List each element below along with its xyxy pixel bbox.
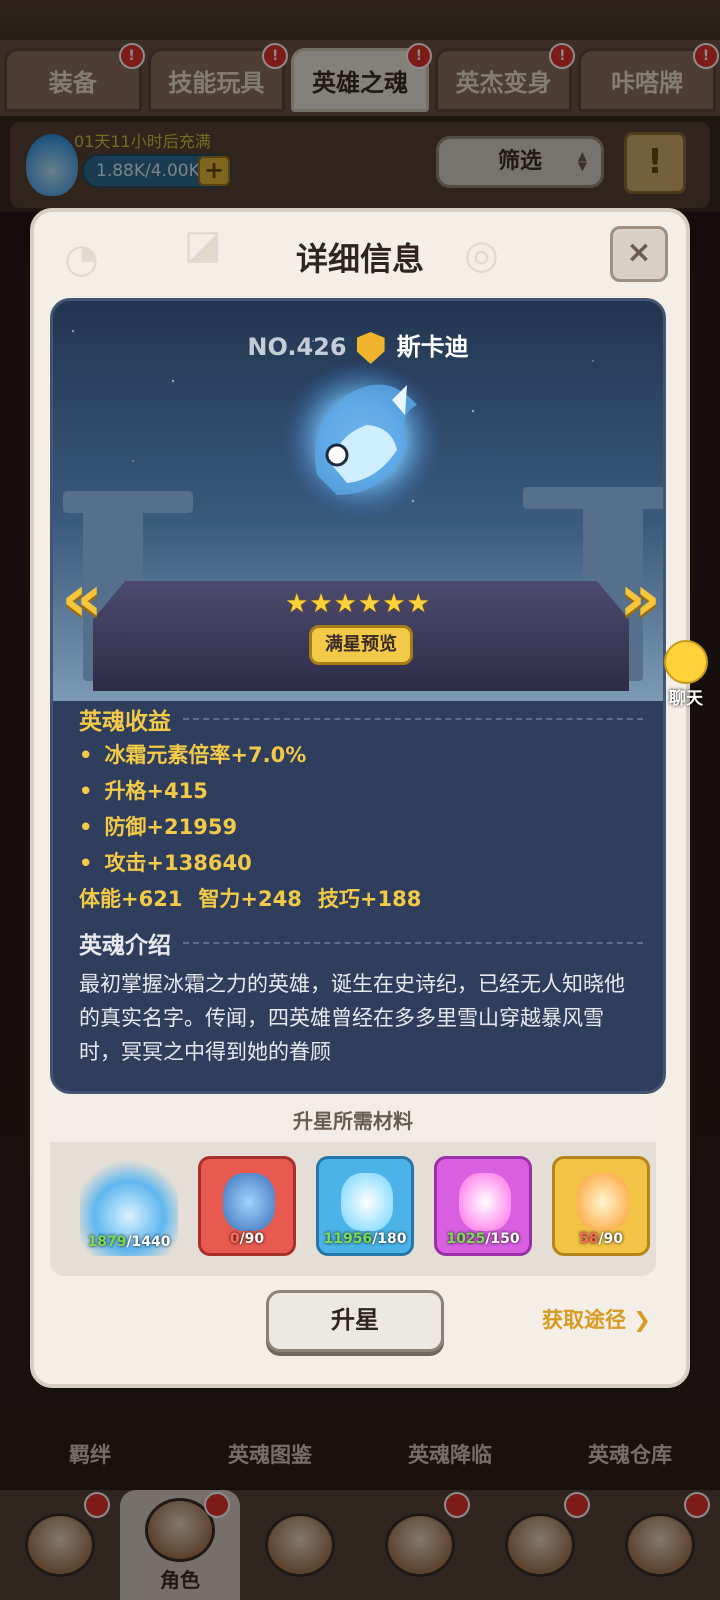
benefit-item: 升格+415 [79,773,643,809]
materials-row: 1879/1440 0/90 11956/180 1025/150 58/90 [80,1156,650,1256]
materials-panel: 升星所需材料 1879/1440 0/90 11956/180 1025/150… [50,1100,656,1276]
intro-heading: 英魂介绍 [79,925,643,961]
benefits-heading: 英魂收益 [79,701,643,737]
count-have: 1025 [446,1231,486,1247]
divider [183,718,643,720]
blue-soul-flame-item[interactable]: 1879/1440 [80,1156,178,1256]
count-have: 1879 [87,1234,127,1250]
acquire-source-link[interactable]: 获取途径 ❯ [542,1304,651,1334]
star-rating: ★★★★★★ [285,589,431,619]
count-need: /180 [372,1231,407,1247]
stone-lintel [523,487,663,509]
benefit-item: 攻击+138640 [79,845,643,881]
chat-label: 聊天 [669,689,703,709]
count-have: 11956 [323,1231,373,1247]
item-count: 11956/180 [319,1231,411,1247]
star-up-button[interactable]: 升星 [266,1290,444,1352]
gold-essence-item[interactable]: 58/90 [552,1156,650,1256]
benefits-title: 英魂收益 [79,709,171,735]
attribute-item: 智力+248 [198,887,302,911]
attribute-item: 技巧+188 [317,887,422,911]
hero-crystal-item[interactable]: 0/90 [198,1156,296,1256]
detail-modal: ◔ ◪ ◎ 详细信息 × NO.426 斯卡迪 « » ★★★★★★ 满星预览 … [30,208,690,1388]
modal-title: 详细信息 [295,240,424,278]
max-star-preview-button[interactable]: 满星预览 [309,625,413,665]
close-button[interactable]: × [610,226,668,282]
count-need: /150 [485,1231,520,1247]
blue-orb-icon [341,1173,393,1231]
blue-essence-item[interactable]: 11956/180 [316,1156,414,1256]
item-count: 0/90 [201,1231,293,1247]
chat-smiley-icon [664,640,708,684]
item-count: 1025/150 [437,1231,529,1247]
materials-title: 升星所需材料 [50,1100,656,1142]
attribute-line: 体能+621 智力+248 技巧+188 [79,881,643,917]
benefit-item: 防御+21959 [79,809,643,845]
hero-info: 英魂收益 冰霜元素倍率+7.0% 升格+415 防御+21959 攻击+1386… [79,701,643,1069]
pink-orb-icon [459,1173,511,1231]
count-need: /1440 [126,1234,171,1250]
crystal-icon [223,1173,275,1231]
chat-button[interactable]: 聊天 [652,640,720,709]
frost-spirit-icon [282,360,442,520]
count-need: /90 [239,1231,265,1247]
hero-soul-card: NO.426斯卡迪 « » ★★★★★★ 满星预览 英魂收益 冰霜元素倍率+7.… [50,298,666,1094]
attribute-item: 体能+621 [79,887,183,911]
purple-essence-item[interactable]: 1025/150 [434,1156,532,1256]
divider [183,942,643,944]
stone-lintel [63,491,193,513]
count-have: 58 [578,1231,599,1247]
count-have: 0 [229,1231,240,1247]
count-need: /90 [598,1231,624,1247]
intro-title: 英魂介绍 [79,933,171,959]
benefit-item: 冰霜元素倍率+7.0% [79,737,643,773]
item-count: 1879/1440 [80,1234,178,1250]
gold-flame-icon [577,1173,629,1231]
intro-text: 最初掌握冰霜之力的英雄，诞生在史诗纪，已经无人知晓他的真实名字。传闻，四英雄曾经… [79,972,625,1064]
item-count: 58/90 [555,1231,647,1247]
